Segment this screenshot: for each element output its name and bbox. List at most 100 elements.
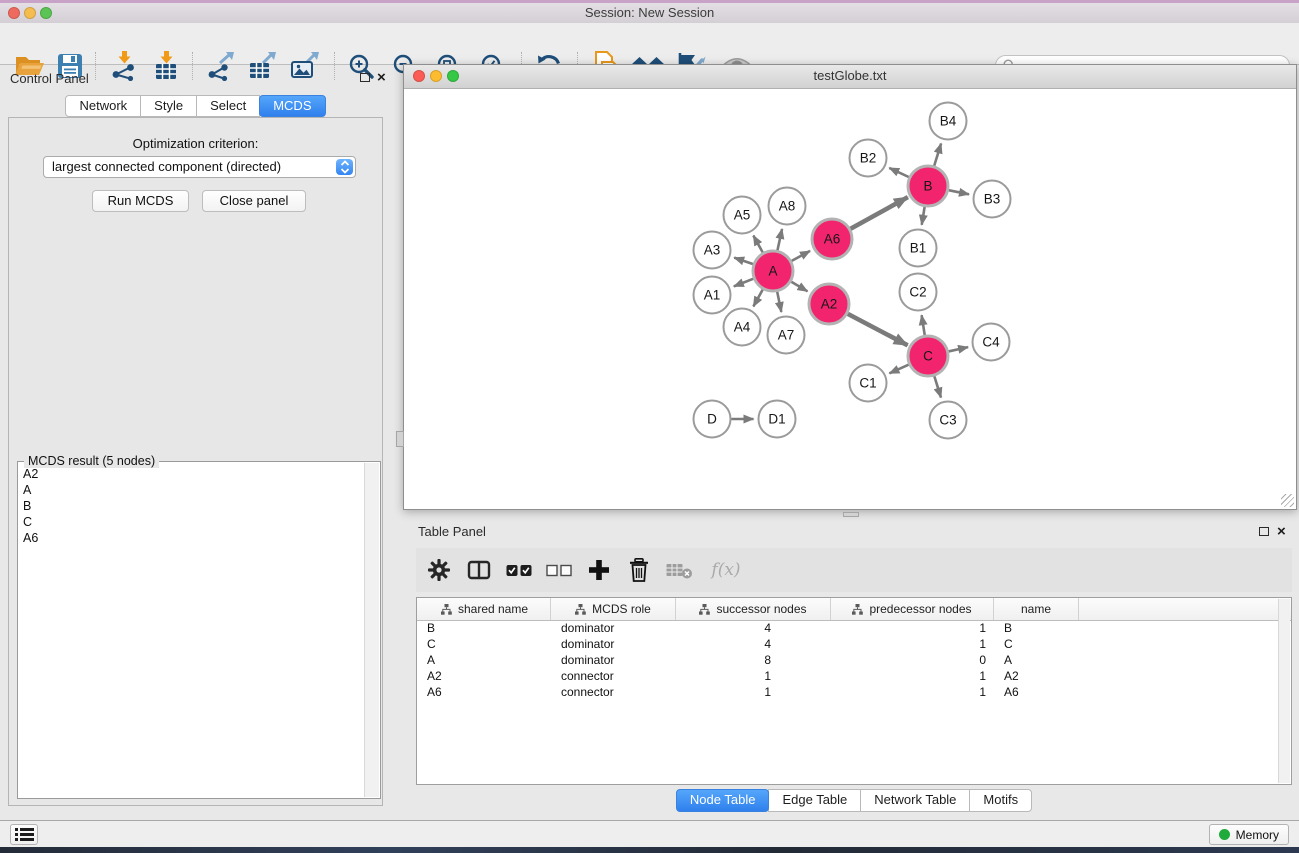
table-cell[interactable]: A6 — [419, 684, 551, 700]
split-table-icon[interactable] — [466, 557, 492, 583]
table-cell[interactable]: dominator — [551, 652, 676, 668]
table-cell[interactable]: 1 — [831, 620, 994, 636]
float-panel-icon[interactable] — [360, 73, 370, 82]
network-canvas[interactable]: B4B2BB3A5A8A6A3AB1A1A2C2A4A7C4CC1DD1C3 — [404, 88, 1296, 509]
graph-node-B3[interactable]: B3 — [974, 181, 1011, 218]
table-row[interactable]: Bdominator41B — [417, 620, 1279, 636]
table-cell[interactable]: dominator — [551, 620, 676, 636]
zoom-window-light[interactable] — [40, 7, 52, 19]
tab-style[interactable]: Style — [140, 95, 197, 117]
table-cell[interactable]: C — [419, 636, 551, 652]
table-cell[interactable]: 0 — [831, 652, 994, 668]
graph-node-C3[interactable]: C3 — [930, 402, 967, 439]
graph-edge-B-B4[interactable] — [934, 143, 941, 165]
table-row[interactable]: Cdominator41C — [417, 636, 1279, 652]
result-item[interactable]: A6 — [20, 530, 364, 546]
table-scrollbar[interactable] — [1278, 599, 1290, 783]
network-view-window[interactable]: testGlobe.txt B4B2BB3A5A8A6A3AB1A1A2C2A4… — [403, 64, 1297, 510]
table-row[interactable]: Adominator80A — [417, 652, 1279, 668]
tab-select[interactable]: Select — [196, 95, 260, 117]
graph-node-A1[interactable]: A1 — [694, 277, 731, 314]
minimize-window-light[interactable] — [24, 7, 36, 19]
graph-edge-C-C1[interactable] — [889, 365, 908, 374]
graph-node-A4[interactable]: A4 — [724, 309, 761, 346]
network-minimize-light[interactable] — [430, 70, 442, 82]
trash-icon[interactable] — [626, 557, 652, 583]
result-item[interactable]: C — [20, 514, 364, 530]
column-header-shared-name[interactable]: shared name — [419, 598, 551, 620]
table-cell[interactable]: 4 — [676, 620, 831, 636]
graph-edge-A-A6[interactable] — [791, 251, 810, 261]
graph-edge-A-A8[interactable] — [777, 229, 782, 250]
graph-node-B1[interactable]: B1 — [900, 230, 937, 267]
table-cell[interactable]: 1 — [831, 668, 994, 684]
table-close-panel-icon[interactable]: × — [1277, 525, 1286, 539]
table-cell[interactable]: 1 — [676, 668, 831, 684]
run-mcds-button[interactable]: Run MCDS — [92, 190, 189, 212]
import-table-icon[interactable] — [149, 49, 183, 83]
export-network-icon[interactable] — [203, 49, 237, 83]
table-cell[interactable]: A — [419, 652, 551, 668]
close-panel-icon[interactable]: × — [377, 71, 386, 85]
network-close-light[interactable] — [413, 70, 425, 82]
tab-mcds[interactable]: MCDS — [259, 95, 325, 117]
graph-node-C1[interactable]: C1 — [850, 365, 887, 402]
result-item[interactable]: B — [20, 498, 364, 514]
graph-edge-B-B3[interactable] — [949, 190, 969, 194]
graph-node-A[interactable]: A — [753, 251, 793, 291]
graph-edge-C-C4[interactable] — [948, 347, 968, 351]
add-column-icon[interactable] — [586, 557, 612, 583]
graph-node-C[interactable]: C — [908, 336, 948, 376]
graph-node-B[interactable]: B — [908, 166, 948, 206]
table-cell[interactable]: A — [994, 652, 1079, 668]
table-cell[interactable]: A2 — [419, 668, 551, 684]
table-cell[interactable]: B — [994, 620, 1079, 636]
table-cell[interactable]: 1 — [676, 684, 831, 700]
tab-motifs[interactable]: Motifs — [969, 789, 1032, 812]
memory-button[interactable]: Memory — [1209, 824, 1289, 845]
table-float-panel-icon[interactable] — [1259, 527, 1269, 536]
graph-edge-A-A2[interactable] — [791, 282, 807, 292]
delete-table-icon[interactable] — [666, 557, 692, 583]
graph-edge-B-B2[interactable] — [889, 168, 909, 177]
table-cell[interactable]: 8 — [676, 652, 831, 668]
table-cell[interactable]: connector — [551, 684, 676, 700]
graph-node-A5[interactable]: A5 — [724, 197, 761, 234]
mcds-result-list[interactable]: A2ABCA6 — [20, 466, 364, 796]
main-titlebar[interactable]: Session: New Session — [0, 3, 1299, 24]
graph-node-A7[interactable]: A7 — [768, 317, 805, 354]
task-history-button[interactable] — [10, 824, 38, 845]
import-network-icon[interactable] — [107, 49, 141, 83]
graph-edge-C-C2[interactable] — [922, 315, 925, 335]
gear-icon[interactable] — [426, 557, 452, 583]
table-cell[interactable]: dominator — [551, 636, 676, 652]
export-table-icon[interactable] — [245, 49, 279, 83]
close-panel-button[interactable]: Close panel — [202, 190, 306, 212]
close-window-light[interactable] — [8, 7, 20, 19]
graph-node-C4[interactable]: C4 — [973, 324, 1010, 361]
graph-node-C2[interactable]: C2 — [900, 274, 937, 311]
graph-node-B2[interactable]: B2 — [850, 140, 887, 177]
horizontal-divider-handle[interactable] — [843, 512, 859, 517]
table-cell[interactable]: 1 — [831, 684, 994, 700]
table-row[interactable]: A2connector11A2 — [417, 668, 1279, 684]
tab-network[interactable]: Network — [65, 95, 141, 117]
table-cell[interactable]: B — [419, 620, 551, 636]
network-window-titlebar[interactable]: testGlobe.txt — [404, 65, 1296, 89]
graph-node-A3[interactable]: A3 — [694, 232, 731, 269]
column-header-successor-nodes[interactable]: successor nodes — [676, 598, 831, 620]
graph-edge-C-C3[interactable] — [934, 376, 941, 398]
graph-edge-A-A5[interactable] — [753, 236, 762, 253]
resize-grip-icon[interactable] — [1281, 494, 1294, 507]
graph-node-D[interactable]: D — [694, 401, 731, 438]
graph-edge-A2-C[interactable] — [848, 314, 908, 346]
graph-node-A6[interactable]: A6 — [812, 219, 852, 259]
split-divider-handle[interactable] — [396, 431, 404, 447]
table-row[interactable]: A6connector11A6 — [417, 684, 1279, 700]
table-cell[interactable]: A2 — [994, 668, 1079, 684]
table-cell[interactable]: A6 — [994, 684, 1079, 700]
result-item[interactable]: A — [20, 482, 364, 498]
graph-node-A8[interactable]: A8 — [769, 188, 806, 225]
select-all-columns-icon[interactable] — [506, 557, 532, 583]
graph-edge-B-B1[interactable] — [922, 207, 925, 225]
